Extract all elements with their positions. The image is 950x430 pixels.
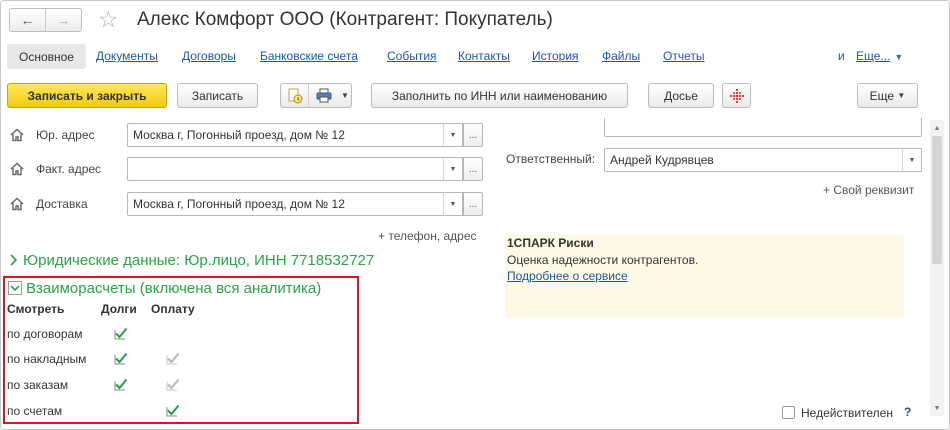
payment-checkbox-orders bbox=[166, 378, 180, 391]
comment-field[interactable] bbox=[604, 118, 922, 137]
print-button[interactable] bbox=[309, 84, 339, 107]
highlight-frame bbox=[3, 276, 359, 424]
spark-more-link[interactable]: Подробнее о сервисе bbox=[507, 269, 628, 283]
tab-documents[interactable]: Документы bbox=[96, 49, 158, 63]
arrow-left-icon: ← bbox=[20, 12, 35, 28]
legal-data-section-header[interactable]: Юридические данные: Юр.лицо, ИНН 7718532… bbox=[9, 252, 374, 269]
history-nav: ← → bbox=[9, 8, 82, 32]
delivery-address-field[interactable]: Москва г, Погонный проезд, дом № 12 bbox=[127, 192, 444, 216]
legal-address-select-button[interactable]: ... bbox=[463, 123, 483, 147]
responsible-field[interactable]: Андрей Кудрявцев bbox=[604, 148, 904, 172]
chevron-down-icon: ▼ bbox=[897, 91, 906, 100]
tab-events[interactable]: События bbox=[387, 49, 437, 63]
settlement-row-label-bills: по счетам bbox=[7, 404, 63, 418]
tab-reports[interactable]: Отчеты bbox=[663, 49, 704, 63]
responsible-label: Ответственный: bbox=[506, 152, 596, 166]
tabs-more-button[interactable]: Еще... ▼ bbox=[856, 49, 903, 63]
payment-checkbox-bills[interactable] bbox=[166, 403, 180, 417]
tab-history[interactable]: История bbox=[532, 49, 579, 63]
tab-cut-label[interactable]: и bbox=[838, 49, 845, 63]
settlement-section-title: Взаиморасчеты (включена вся аналитика) bbox=[26, 280, 322, 297]
dossier-label: Досье bbox=[664, 88, 698, 103]
chevron-down-icon: ▼ bbox=[449, 165, 457, 173]
inactive-label: Недействителен bbox=[801, 406, 893, 420]
legal-data-section-title: Юридические данные: Юр.лицо, ИНН 7718532… bbox=[23, 252, 375, 269]
tab-contracts[interactable]: Договоры bbox=[182, 49, 236, 63]
view-column-header: Смотреть bbox=[7, 302, 65, 316]
delivery-address-dropdown[interactable]: ▼ bbox=[443, 192, 463, 216]
tab-contacts[interactable]: Контакты bbox=[458, 49, 510, 63]
delivery-address-label: Доставка bbox=[36, 197, 88, 211]
delivery-address-select-button[interactable]: ... bbox=[463, 192, 483, 216]
settlement-row-label-orders: по заказам bbox=[7, 378, 69, 392]
chevron-down-icon: ▼ bbox=[894, 52, 904, 62]
forward-button[interactable]: → bbox=[46, 9, 81, 31]
payment-checkbox-invoices bbox=[166, 352, 180, 365]
spark-title: 1СПАРК Риски bbox=[507, 236, 594, 250]
tab-main[interactable]: Основное bbox=[7, 44, 86, 69]
print-dropdown[interactable]: ▼ bbox=[339, 84, 351, 107]
debts-checkbox-invoices[interactable] bbox=[114, 351, 128, 365]
spark-logo-icon bbox=[729, 88, 744, 103]
more-actions-button[interactable]: Еще ▼ bbox=[857, 83, 918, 108]
inactive-checkbox[interactable] bbox=[782, 406, 795, 419]
save-button[interactable]: Записать bbox=[177, 83, 258, 108]
actual-address-select-button[interactable]: ... bbox=[463, 157, 483, 181]
fill-by-inn-button[interactable]: Заполнить по ИНН или наименованию bbox=[371, 83, 628, 108]
save-close-label: Записать и закрыть bbox=[27, 88, 147, 103]
house-icon bbox=[10, 162, 24, 176]
tab-bank-accounts[interactable]: Банковские счета bbox=[260, 49, 358, 63]
tabs-more-label: Еще... bbox=[856, 49, 891, 63]
tab-files[interactable]: Файлы bbox=[602, 49, 640, 63]
document-clock-icon bbox=[288, 88, 302, 103]
spark-button[interactable] bbox=[722, 83, 751, 108]
legal-address-label: Юр. адрес bbox=[36, 128, 95, 142]
actual-address-field[interactable] bbox=[127, 157, 444, 181]
save-label: Записать bbox=[191, 88, 244, 103]
icon-button-group: ▼ bbox=[280, 83, 352, 108]
responsible-dropdown[interactable]: ▼ bbox=[902, 148, 922, 172]
dossier-button[interactable]: Досье bbox=[648, 83, 714, 108]
legal-address-field[interactable]: Москва г, Погонный проезд, дом № 12 bbox=[127, 123, 444, 147]
chevron-down-icon: ▼ bbox=[908, 156, 916, 164]
back-button[interactable]: ← bbox=[10, 9, 46, 31]
chevron-down-icon: ▼ bbox=[341, 91, 349, 100]
scroll-up-icon[interactable]: ▲ bbox=[930, 121, 944, 135]
debts-column-header: Долги bbox=[101, 302, 137, 316]
chevron-down-icon bbox=[8, 281, 22, 295]
add-phone-address-link[interactable]: + телефон, адрес bbox=[378, 229, 477, 243]
tab-main-label: Основное bbox=[19, 49, 74, 64]
save-close-button[interactable]: Записать и закрыть bbox=[7, 83, 167, 108]
actual-address-label: Факт. адрес bbox=[36, 162, 102, 176]
settlement-section-header[interactable]: Взаиморасчеты (включена вся аналитика) bbox=[8, 280, 321, 297]
settlement-row-label-contracts: по договорам bbox=[7, 327, 83, 341]
payment-column-header: Оплату bbox=[151, 302, 195, 316]
scrollbar-thumb[interactable] bbox=[932, 136, 942, 264]
chevron-down-icon: ▼ bbox=[449, 200, 457, 208]
legal-address-dropdown[interactable]: ▼ bbox=[443, 123, 463, 147]
fill-by-inn-label: Заполнить по ИНН или наименованию bbox=[391, 88, 608, 103]
page-title: Алекс Комфорт ООО (Контрагент: Покупател… bbox=[137, 9, 553, 30]
debts-checkbox-contracts[interactable] bbox=[114, 326, 128, 340]
spark-description: Оценка надежности контрагентов. bbox=[507, 253, 699, 267]
chevron-down-icon: ▼ bbox=[449, 131, 457, 139]
more-actions-label: Еще bbox=[869, 88, 895, 103]
house-icon bbox=[10, 197, 24, 211]
actual-address-dropdown[interactable]: ▼ bbox=[443, 157, 463, 181]
printer-icon bbox=[316, 88, 332, 103]
help-icon[interactable]: ? bbox=[904, 405, 911, 419]
house-icon bbox=[10, 128, 24, 142]
own-requisite-link[interactable]: + Свой реквизит bbox=[823, 183, 914, 197]
settlement-row-label-invoices: по накладным bbox=[7, 352, 87, 366]
star-icon[interactable]: ☆ bbox=[98, 5, 119, 33]
scroll-down-icon[interactable]: ▼ bbox=[930, 401, 944, 415]
chevron-right-icon bbox=[10, 254, 18, 266]
doc-clock-button[interactable] bbox=[281, 84, 309, 107]
arrow-right-icon: → bbox=[56, 12, 71, 28]
debts-checkbox-orders[interactable] bbox=[114, 377, 128, 391]
